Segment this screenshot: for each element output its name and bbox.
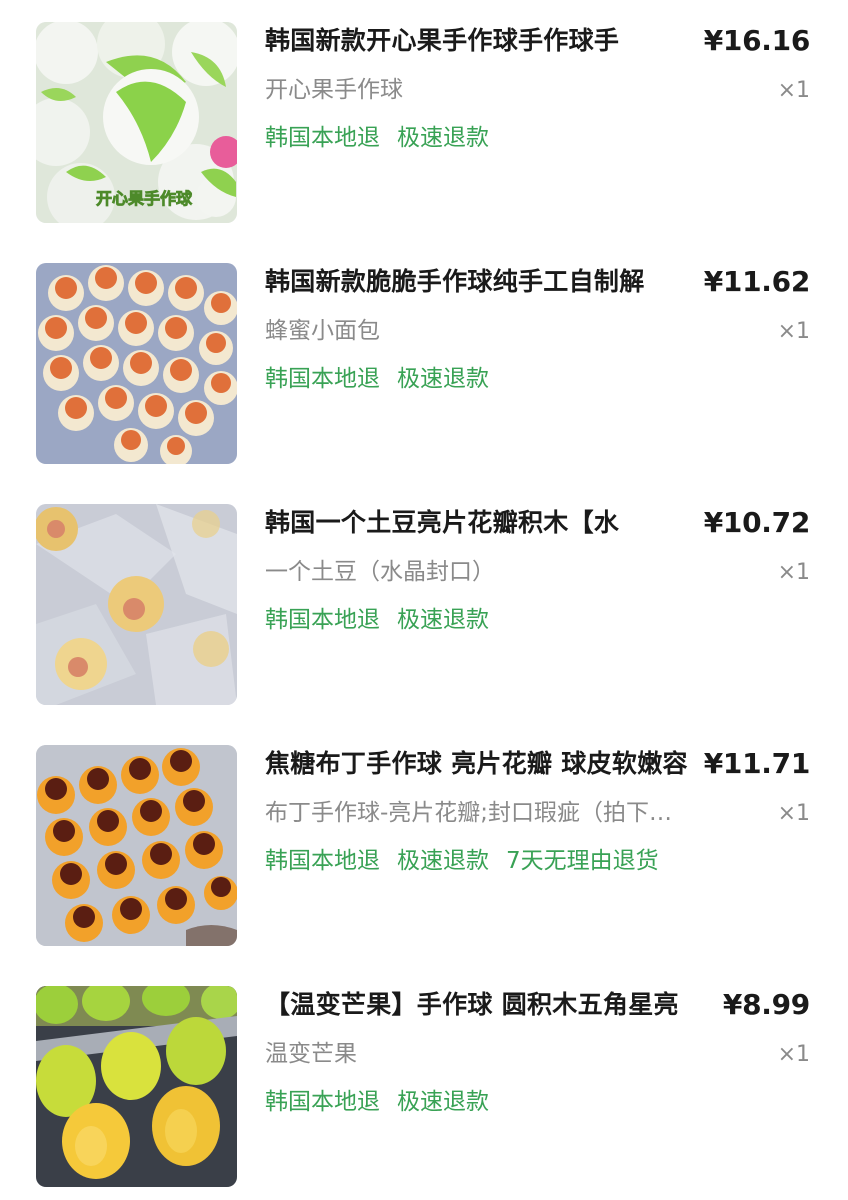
product-quantity: ×1: [777, 560, 810, 585]
product-thumbnail[interactable]: [36, 504, 237, 705]
product-price: ¥16.16: [703, 24, 811, 57]
product-thumbnail[interactable]: [36, 986, 237, 1187]
tag-fast-refund: 极速退款: [397, 366, 489, 392]
tag-fast-refund: 极速退款: [397, 125, 489, 151]
tag-local-return: 韩国本地退: [265, 366, 380, 392]
order-item-list: 开心果手作球 韩国新款开心果手作球手作球手 ¥16.16 开心果手作球 ×1 韩…: [0, 0, 848, 1200]
product-variant: 蜂蜜小面包: [265, 318, 380, 344]
service-tags: 韩国本地退 极速退款 7天无理由退货: [265, 845, 659, 877]
product-variant: 布丁手作球-亮片花瓣;封口瑕疵（拍下…: [265, 800, 673, 826]
product-thumbnail[interactable]: [36, 263, 237, 464]
product-quantity: ×1: [777, 78, 810, 103]
product-variant: 温变芒果: [265, 1041, 357, 1067]
honey-bread-ball-image: [36, 263, 237, 464]
product-price: ¥10.72: [703, 506, 811, 539]
mango-ball-image: [36, 986, 237, 1187]
tag-fast-refund: 极速退款: [397, 1089, 489, 1115]
tag-local-return: 韩国本地退: [265, 1089, 380, 1115]
product-title[interactable]: 韩国一个土豆亮片花瓣积木【水: [265, 506, 705, 540]
product-title[interactable]: 韩国新款脆脆手作球纯手工自制解: [265, 265, 705, 299]
tag-local-return: 韩国本地退: [265, 125, 380, 151]
tag-fast-refund: 极速退款: [397, 607, 489, 633]
tag-local-return: 韩国本地退: [265, 848, 380, 874]
product-title[interactable]: 韩国新款开心果手作球手作球手: [265, 24, 705, 58]
product-quantity: ×1: [777, 1042, 810, 1067]
product-price: ¥11.71: [703, 747, 811, 780]
order-item[interactable]: 韩国新款脆脆手作球纯手工自制解 ¥11.62 蜂蜜小面包 ×1 韩国本地退 极速…: [0, 263, 848, 468]
tag-fast-refund: 极速退款: [397, 848, 489, 874]
service-tags: 韩国本地退 极速退款: [265, 363, 489, 395]
tag-local-return: 韩国本地退: [265, 607, 380, 633]
image-overlay-text: 开心果手作球: [96, 189, 193, 208]
product-quantity: ×1: [777, 801, 810, 826]
product-title[interactable]: 焦糖布丁手作球 亮片花瓣 球皮软嫩容: [265, 747, 705, 781]
order-item[interactable]: 开心果手作球 韩国新款开心果手作球手作球手 ¥16.16 开心果手作球 ×1 韩…: [0, 22, 848, 227]
product-thumbnail[interactable]: 开心果手作球: [36, 22, 237, 223]
pistachio-ball-image: 开心果手作球: [36, 22, 237, 223]
order-item[interactable]: 焦糖布丁手作球 亮片花瓣 球皮软嫩容 ¥11.71 布丁手作球-亮片花瓣;封口瑕…: [0, 745, 848, 950]
product-variant: 一个土豆（水晶封口）: [265, 559, 495, 585]
product-thumbnail[interactable]: [36, 745, 237, 946]
potato-ball-image: [36, 504, 237, 705]
product-title[interactable]: 【温变芒果】手作球 圆积木五角星亮: [265, 988, 705, 1022]
product-price: ¥11.62: [703, 265, 811, 298]
caramel-pudding-ball-image: [36, 745, 237, 946]
order-item[interactable]: 韩国一个土豆亮片花瓣积木【水 ¥10.72 一个土豆（水晶封口） ×1 韩国本地…: [0, 504, 848, 709]
product-quantity: ×1: [777, 319, 810, 344]
product-variant: 开心果手作球: [265, 77, 403, 103]
product-price: ¥8.99: [722, 988, 810, 1021]
order-item[interactable]: 【温变芒果】手作球 圆积木五角星亮 ¥8.99 温变芒果 ×1 韩国本地退 极速…: [0, 986, 848, 1191]
service-tags: 韩国本地退 极速退款: [265, 122, 489, 154]
service-tags: 韩国本地退 极速退款: [265, 1086, 489, 1118]
tag-7day-return: 7天无理由退货: [506, 848, 659, 874]
service-tags: 韩国本地退 极速退款: [265, 604, 489, 636]
